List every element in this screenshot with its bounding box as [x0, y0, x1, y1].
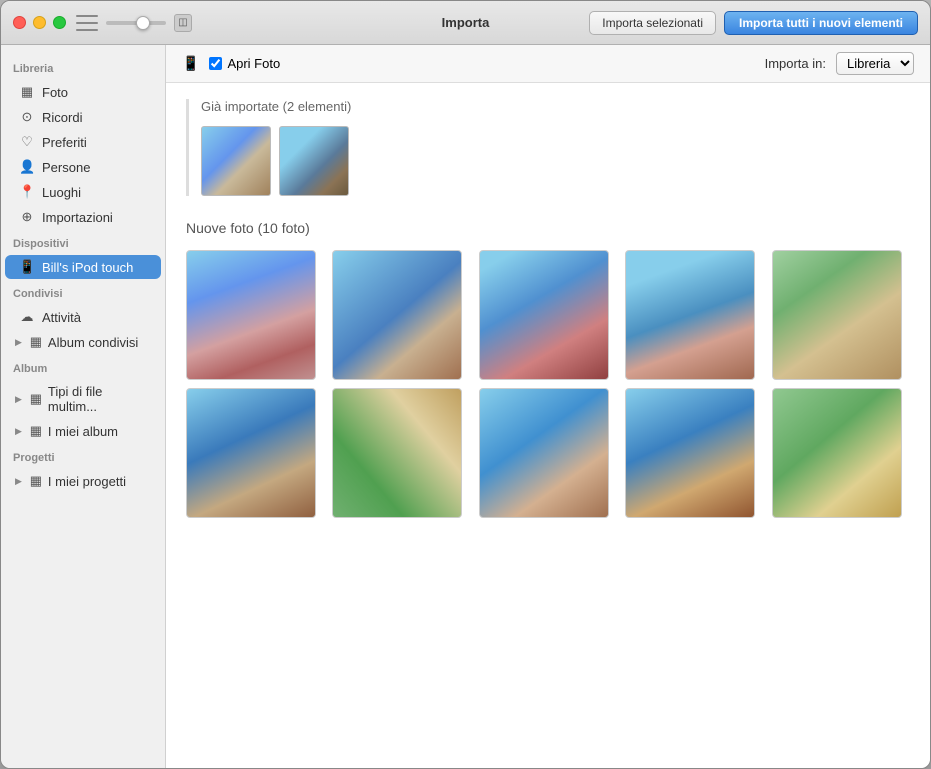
sidebar-item-label: Persone — [42, 160, 90, 175]
album-condivisi-icon: ▦ — [28, 334, 44, 350]
preferiti-icon: ♡ — [19, 134, 35, 150]
already-imported-grid — [201, 126, 910, 196]
miei-album-icon: ▦ — [28, 423, 44, 439]
sidebar-item-persone[interactable]: 👤 Persone — [5, 155, 161, 179]
device-icon: 📱 — [182, 55, 199, 72]
open-foto-label: Apri Foto — [227, 56, 280, 71]
luoghi-icon: 📍 — [19, 184, 35, 200]
album-section-label: Album — [1, 355, 165, 379]
sidebar-item-label: Attività — [42, 310, 81, 325]
miei-progetti-icon: ▦ — [28, 473, 44, 489]
sidebar-item-label: Importazioni — [42, 210, 113, 225]
import-selected-button[interactable]: Importa selezionati — [589, 11, 716, 35]
sidebar-item-attivita[interactable]: ☁ Attività — [5, 305, 161, 329]
new-photo-4[interactable] — [625, 250, 755, 380]
new-photo-1[interactable] — [186, 250, 316, 380]
minimize-button[interactable] — [33, 16, 46, 29]
new-photo-8[interactable] — [479, 388, 609, 518]
close-button[interactable] — [13, 16, 26, 29]
sidebar-item-label: Ricordi — [42, 110, 82, 125]
sidebar-item-ricordi[interactable]: ⊙ Ricordi — [5, 105, 161, 129]
already-imported-title: Già importate (2 elementi) — [201, 99, 910, 114]
sidebar: Libreria ▦ Foto ⊙ Ricordi ♡ Preferiti 👤 … — [1, 45, 166, 768]
main-window: ◫ Importa Importa selezionati Importa tu… — [0, 0, 931, 769]
foto-icon: ▦ — [19, 84, 35, 100]
new-photo-10[interactable] — [772, 388, 902, 518]
device-bar: 📱 Apri Foto Importa in: Libreria — [166, 45, 930, 83]
import-in-select[interactable]: Libreria — [836, 52, 914, 75]
window-title: Importa — [442, 15, 490, 30]
sidebar-item-foto[interactable]: ▦ Foto — [5, 80, 161, 104]
tipi-file-icon: ▦ — [28, 391, 44, 407]
new-photo-7[interactable] — [332, 388, 462, 518]
new-photos-grid — [186, 250, 910, 518]
libreria-section-label: Libreria — [1, 55, 165, 79]
chevron-right-icon: ▶ — [15, 476, 22, 487]
sidebar-item-miei-progetti[interactable]: ▶ ▦ I miei progetti — [5, 469, 161, 493]
chevron-right-icon: ▶ — [15, 337, 22, 348]
dispositivi-section-label: Dispositivi — [1, 230, 165, 254]
sidebar-item-label: Album condivisi — [48, 335, 138, 350]
sidebar-item-bills-ipod[interactable]: 📱 Bill's iPod touch — [5, 255, 161, 279]
sidebar-item-label: Bill's iPod touch — [42, 260, 133, 275]
sidebar-item-importazioni[interactable]: ⊕ Importazioni — [5, 205, 161, 229]
titlebar-actions: Importa selezionati Importa tutti i nuov… — [589, 11, 918, 35]
imported-photo-1[interactable] — [201, 126, 271, 196]
sidebar-item-luoghi[interactable]: 📍 Luoghi — [5, 180, 161, 204]
sidebar-item-label: Preferiti — [42, 135, 87, 150]
sidebar-item-album-condivisi[interactable]: ▶ ▦ Album condivisi — [5, 330, 161, 354]
imported-photo-2[interactable] — [279, 126, 349, 196]
main-area: Libreria ▦ Foto ⊙ Ricordi ♡ Preferiti 👤 … — [1, 45, 930, 768]
collapse-button[interactable]: ◫ — [174, 14, 192, 32]
zoom-slider-area[interactable] — [106, 21, 166, 25]
sidebar-item-label: I miei progetti — [48, 474, 126, 489]
attivita-icon: ☁ — [19, 309, 35, 325]
sidebar-item-tipi-file[interactable]: ▶ ▦ Tipi di file multim... — [5, 380, 161, 418]
ipod-icon: 📱 — [19, 259, 35, 275]
new-photos-section: Nuove foto (10 foto) — [186, 220, 910, 518]
sidebar-item-label: Foto — [42, 85, 68, 100]
maximize-button[interactable] — [53, 16, 66, 29]
new-photo-3[interactable] — [479, 250, 609, 380]
open-foto-checkbox-label[interactable]: Apri Foto — [209, 56, 280, 71]
new-photo-2[interactable] — [332, 250, 462, 380]
sidebar-toggle-button[interactable] — [76, 15, 98, 31]
traffic-lights — [13, 16, 66, 29]
condivisi-section-label: Condivisi — [1, 280, 165, 304]
open-foto-checkbox[interactable] — [209, 57, 222, 70]
chevron-right-icon: ▶ — [15, 394, 22, 405]
sidebar-item-label: I miei album — [48, 424, 118, 439]
titlebar: ◫ Importa Importa selezionati Importa tu… — [1, 1, 930, 45]
new-photo-9[interactable] — [625, 388, 755, 518]
progetti-section-label: Progetti — [1, 444, 165, 468]
import-in-label: Importa in: — [765, 56, 826, 71]
photos-container: Già importate (2 elementi) Nuove foto (1… — [166, 83, 930, 768]
already-imported-section: Già importate (2 elementi) — [186, 99, 910, 196]
sidebar-item-label: Tipi di file multim... — [48, 384, 153, 414]
chevron-right-icon: ▶ — [15, 426, 22, 437]
import-all-button[interactable]: Importa tutti i nuovi elementi — [724, 11, 918, 35]
ricordi-icon: ⊙ — [19, 109, 35, 125]
sidebar-item-miei-album[interactable]: ▶ ▦ I miei album — [5, 419, 161, 443]
content-panel: 📱 Apri Foto Importa in: Libreria Già imp… — [166, 45, 930, 768]
new-photos-title: Nuove foto (10 foto) — [186, 220, 910, 236]
new-photo-6[interactable] — [186, 388, 316, 518]
sidebar-item-preferiti[interactable]: ♡ Preferiti — [5, 130, 161, 154]
sidebar-item-label: Luoghi — [42, 185, 81, 200]
new-photo-5[interactable] — [772, 250, 902, 380]
persone-icon: 👤 — [19, 159, 35, 175]
importazioni-icon: ⊕ — [19, 209, 35, 225]
